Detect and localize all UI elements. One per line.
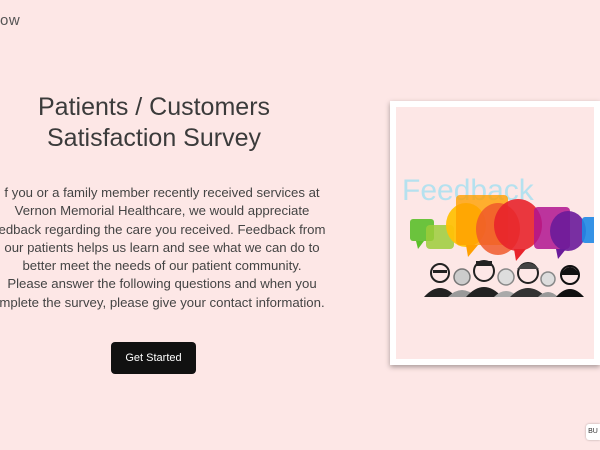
intro-line: edback regarding the care you received. … [0, 221, 326, 237]
intro-line: mplete the survey, please give your cont… [0, 294, 325, 310]
feedback-illustration: Feedback [396, 107, 594, 359]
corner-badge[interactable]: BU [586, 424, 600, 440]
intro-line: our patients helps us learn and see what… [4, 239, 320, 255]
intro-line: f you or a family member recently receiv… [4, 185, 320, 200]
intro-line: Please answer the following questions an… [7, 276, 317, 292]
survey-intro: f you or a family member recently receiv… [0, 184, 344, 312]
get-started-button[interactable]: Get Started [111, 342, 196, 374]
top-bar: ow [0, 0, 600, 44]
feedback-illustration-graphic: Feedback [402, 174, 594, 297]
people-icon [424, 260, 584, 297]
page-title: Patients / Customers Satisfaction Survey [0, 92, 308, 154]
intro-line: better meet the needs of our patient com… [22, 258, 302, 274]
intro-line: Vernon Memorial Healthcare, we would app… [14, 203, 310, 219]
feedback-illustration-card: Feedback [390, 101, 600, 365]
title-line-2: Satisfaction Survey [47, 124, 261, 152]
title-line-1: Patients / Customers [37, 93, 271, 121]
brand-logo-text[interactable]: ow [0, 12, 20, 29]
